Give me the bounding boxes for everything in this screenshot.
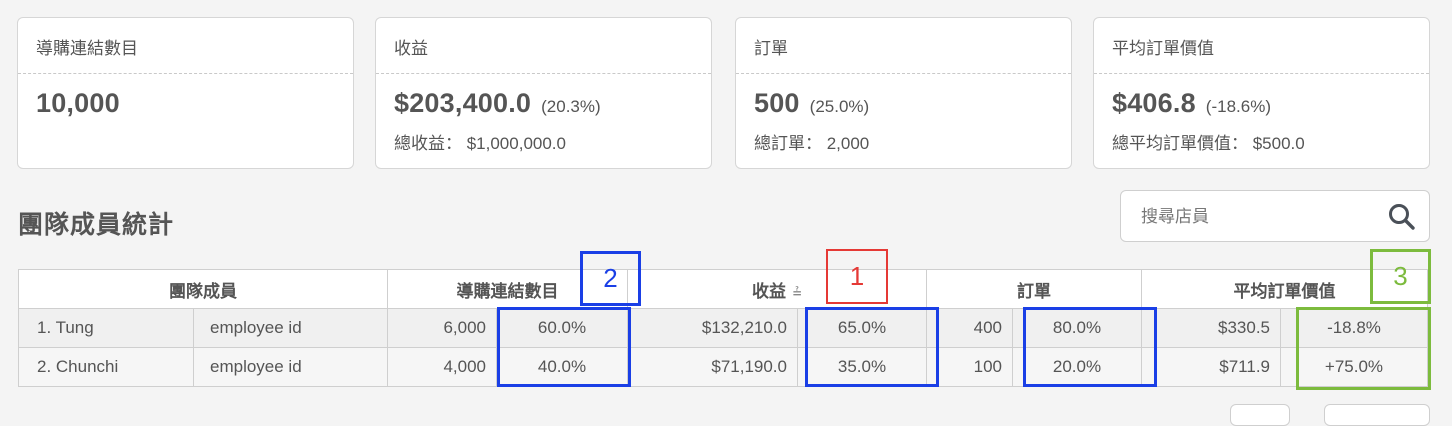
revenue-amount: $132,210.0 [627, 308, 798, 348]
search-input[interactable] [1139, 191, 1373, 243]
employee-id: employee id [193, 347, 388, 387]
annotation-label-1: 1 [826, 249, 888, 304]
revenue-amount: $71,190.0 [627, 347, 798, 387]
links-count: 6,000 [387, 308, 497, 348]
highlight-box-revenue-percent [805, 307, 939, 387]
stat-card-title: 收益 [376, 18, 711, 74]
stat-card-links: 導購連結數目 10,000 [17, 17, 354, 169]
stat-card-total: 總收益： $1,000,000.0 [394, 134, 566, 153]
team-stats-table: 團隊成員 導購連結數目 收益 ≟ 訂單 平均訂單價值 1. Tung employ… [18, 269, 1428, 387]
table-row[interactable]: 1. Tung employee id 6,000 60.0% $132,210… [18, 308, 1428, 348]
highlight-box-aov-percent [1296, 307, 1431, 390]
stat-card-value: $203,400.0 [394, 88, 532, 118]
member-name: 2. Chunchi [18, 347, 194, 387]
orders-count: 100 [926, 347, 1013, 387]
pagination-button[interactable] [1230, 404, 1290, 426]
stat-card-revenue: 收益 $203,400.0 (20.3%) 總收益： $1,000,000.0 [375, 17, 712, 169]
stat-card-value: 10,000 [36, 88, 120, 118]
links-count: 4,000 [387, 347, 497, 387]
stat-card-value: $406.8 [1112, 88, 1196, 118]
stat-card-title: 平均訂單價值 [1094, 18, 1429, 74]
table-row[interactable]: 2. Chunchi employee id 4,000 40.0% $71,1… [18, 347, 1428, 387]
orders-count: 400 [926, 308, 1013, 348]
stat-card-total: 總平均訂單價值： $500.0 [1112, 134, 1305, 153]
member-name: 1. Tung [18, 308, 194, 348]
stat-card-total: 總訂單： 2,000 [754, 134, 870, 153]
column-header-member[interactable]: 團隊成員 [18, 269, 388, 309]
stat-card-title: 訂單 [736, 18, 1071, 74]
stat-card-title: 導購連結數目 [18, 18, 353, 74]
annotation-label-2: 2 [580, 251, 641, 306]
column-header-label: 收益 [751, 281, 786, 301]
table-header-row: 團隊成員 導購連結數目 收益 ≟ 訂單 平均訂單價值 [18, 269, 1428, 309]
search-icon[interactable] [1387, 202, 1417, 232]
search-box[interactable] [1120, 190, 1430, 243]
stat-card-aov: 平均訂單價值 $406.8 (-18.6%) 總平均訂單價值： $500.0 [1093, 17, 1430, 169]
highlight-box-orders-percent [1023, 307, 1157, 387]
aov-amount: $711.9 [1141, 347, 1281, 387]
highlight-box-links-percent [497, 307, 631, 387]
pagination-button[interactable] [1324, 404, 1430, 426]
employee-id: employee id [193, 308, 388, 348]
section-title: 團隊成員統計 [18, 211, 175, 239]
stat-card-change: (-18.6%) [1205, 97, 1271, 116]
annotation-label-3: 3 [1370, 249, 1431, 304]
stat-card-change: (25.0%) [809, 97, 870, 116]
stat-card-value: 500 [754, 88, 800, 118]
aov-amount: $330.5 [1141, 308, 1281, 348]
column-header-orders[interactable]: 訂單 [926, 269, 1142, 309]
stat-card-orders: 訂單 500 (25.0%) 總訂單： 2,000 [735, 17, 1072, 169]
sort-descending-icon[interactable]: ≟ [792, 286, 802, 300]
stat-card-change: (20.3%) [541, 97, 601, 116]
